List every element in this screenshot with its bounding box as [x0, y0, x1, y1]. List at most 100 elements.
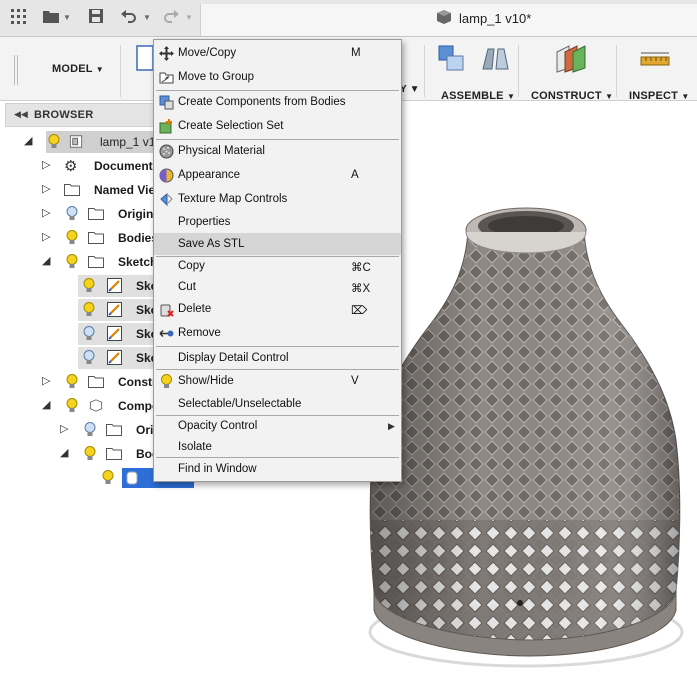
- expand-triangle-icon[interactable]: ▷: [42, 374, 50, 387]
- save-icon[interactable]: [89, 9, 103, 27]
- menu-item-create-selection-set[interactable]: Create Selection Set: [154, 115, 401, 137]
- menu-item-create-components[interactable]: Create Components from Bodies: [154, 91, 401, 113]
- menu-item-selectable[interactable]: Selectable/Unselectable: [154, 393, 401, 415]
- browser-row-bodies-child[interactable]: ◢ Bod: [58, 443, 159, 465]
- browser-row-sketches[interactable]: ◢ Sketch: [40, 251, 157, 273]
- construct-menu[interactable]: CONSTRUCT ▼: [531, 90, 613, 102]
- lightbulb-icon[interactable]: [66, 398, 78, 413]
- folder-icon: [64, 184, 80, 196]
- browser-row-sketch[interactable]: Ske: [78, 323, 157, 345]
- sketch-icon: [107, 302, 122, 317]
- lightbulb-off-icon[interactable]: [83, 350, 95, 365]
- browser-row-label: Origin: [118, 207, 154, 221]
- menu-item-delete[interactable]: Delete ⌦: [154, 298, 401, 320]
- browser-row-sketch[interactable]: Ske: [78, 275, 157, 297]
- offset-plane-icon[interactable]: [555, 44, 587, 74]
- menu-item-save-as-stl[interactable]: Save As STL: [154, 233, 401, 255]
- sketch-icon: [107, 326, 122, 341]
- menu-item-copy[interactable]: Copy ⌘C: [154, 255, 401, 277]
- folder-icon: [88, 232, 104, 244]
- lamp-cable-hole: [517, 600, 523, 606]
- components-icon: [159, 95, 174, 110]
- lightbulb-icon[interactable]: [83, 278, 95, 293]
- component-icon: [69, 135, 83, 148]
- menu-item-move-copy[interactable]: Move/Copy M: [154, 42, 401, 64]
- context-menu: Move/Copy M Move to Group Create Compone…: [153, 39, 402, 482]
- redo-icon[interactable]: [163, 9, 179, 27]
- group-icon: [159, 72, 174, 84]
- folder-icon[interactable]: [43, 9, 59, 27]
- browser-row-document-settings[interactable]: ▷ ⚙ Document S: [40, 155, 164, 177]
- folder-dropdown-caret[interactable]: ▼: [63, 13, 71, 22]
- component-icon: [89, 399, 103, 412]
- menu-item-physical-material[interactable]: Physical Material: [154, 140, 401, 162]
- folder-icon: [88, 376, 104, 388]
- menu-item-show-hide[interactable]: Show/Hide V: [154, 370, 401, 392]
- lightbulb-icon[interactable]: [102, 470, 114, 485]
- browser-row-origin-child[interactable]: ▷ Ori: [58, 419, 154, 441]
- submenu-arrow-icon: ▶: [388, 421, 395, 431]
- lightbulb-icon[interactable]: [48, 134, 60, 149]
- folder-icon: [106, 424, 122, 436]
- browser-title: BROWSER: [34, 109, 94, 121]
- expand-triangle-icon[interactable]: ▷: [42, 182, 50, 195]
- browser-row-bodies[interactable]: ▷ Bodies: [40, 227, 158, 249]
- expand-triangle-icon[interactable]: ▷: [42, 206, 50, 219]
- lightbulb-off-icon[interactable]: [84, 422, 96, 437]
- browser-row-origin[interactable]: ▷ Origin: [40, 203, 154, 225]
- appearance-icon: [159, 168, 174, 183]
- menu-item-remove[interactable]: Remove: [154, 322, 401, 344]
- expand-triangle-icon[interactable]: ▷: [60, 422, 68, 435]
- browser-row-component[interactable]: ◢ Compo: [40, 395, 159, 417]
- menu-item-texture-map-controls[interactable]: Texture Map Controls: [154, 188, 401, 210]
- lightbulb-icon[interactable]: [66, 254, 78, 269]
- menu-item-cut[interactable]: Cut ⌘X: [154, 276, 401, 298]
- menu-item-move-to-group[interactable]: Move to Group: [154, 66, 401, 88]
- browser-row-label: lamp_1 v1: [100, 135, 156, 149]
- menu-item-find-in-window[interactable]: Find in Window: [154, 458, 401, 480]
- lightbulb-off-icon[interactable]: [83, 326, 95, 341]
- redo-dropdown-caret[interactable]: ▼: [185, 13, 193, 22]
- folder-icon: [88, 208, 104, 220]
- collapse-triangle-icon[interactable]: ◢: [42, 254, 50, 267]
- measure-icon[interactable]: [640, 51, 670, 69]
- toolbar-grip[interactable]: [14, 55, 18, 85]
- collapse-triangle-icon[interactable]: ◢: [24, 134, 32, 147]
- browser-row-construction[interactable]: ▷ Constr: [40, 371, 157, 393]
- menu-item-appearance[interactable]: Appearance A: [154, 164, 401, 186]
- lightbulb-icon[interactable]: [84, 446, 96, 461]
- joint-icon[interactable]: [480, 45, 510, 73]
- collapse-triangle-icon[interactable]: ◢: [60, 446, 68, 459]
- browser-row-sketch[interactable]: Ske: [78, 299, 157, 321]
- browser-row-sketch[interactable]: Ske: [78, 347, 157, 369]
- sketch-icon: [107, 278, 122, 293]
- grid-icon[interactable]: [11, 9, 26, 28]
- document-tab[interactable]: lamp_1 v10*: [200, 4, 697, 36]
- lightbulb-off-icon[interactable]: [66, 206, 78, 221]
- menu-item-opacity-control[interactable]: Opacity Control ▶: [154, 415, 401, 437]
- assemble-menu[interactable]: ASSEMBLE ▼: [441, 90, 515, 102]
- document-cube-icon: [437, 10, 451, 24]
- workspace-switcher[interactable]: MODEL ▼: [52, 63, 104, 75]
- expand-triangle-icon[interactable]: ▷: [42, 158, 50, 171]
- undo-dropdown-caret[interactable]: ▼: [143, 13, 151, 22]
- create-sketch-icon[interactable]: [136, 45, 154, 71]
- new-component-icon[interactable]: [438, 45, 466, 73]
- menu-item-isolate[interactable]: Isolate: [154, 436, 401, 458]
- lightbulb-icon[interactable]: [66, 374, 78, 389]
- hidden-group-caret[interactable]: Y ▼: [400, 84, 420, 95]
- lightbulb-icon[interactable]: [83, 302, 95, 317]
- folder-icon: [88, 256, 104, 268]
- title-bar: ▼ ▼ ▼ lamp_1 v10*: [0, 0, 697, 37]
- lightbulb-icon: [161, 374, 172, 388]
- material-icon: [159, 144, 174, 159]
- menu-item-properties[interactable]: Properties: [154, 211, 401, 233]
- inspect-menu[interactable]: INSPECT ▼: [629, 90, 689, 102]
- lightbulb-icon[interactable]: [66, 230, 78, 245]
- collapse-triangle-icon[interactable]: ◢: [42, 398, 50, 411]
- undo-icon[interactable]: [121, 9, 137, 27]
- menu-item-display-detail-control[interactable]: Display Detail Control: [154, 347, 401, 369]
- collapse-browser-icon[interactable]: ◀◀: [14, 109, 28, 120]
- browser-row-named-views[interactable]: ▷ Named View: [40, 179, 164, 201]
- expand-triangle-icon[interactable]: ▷: [42, 230, 50, 243]
